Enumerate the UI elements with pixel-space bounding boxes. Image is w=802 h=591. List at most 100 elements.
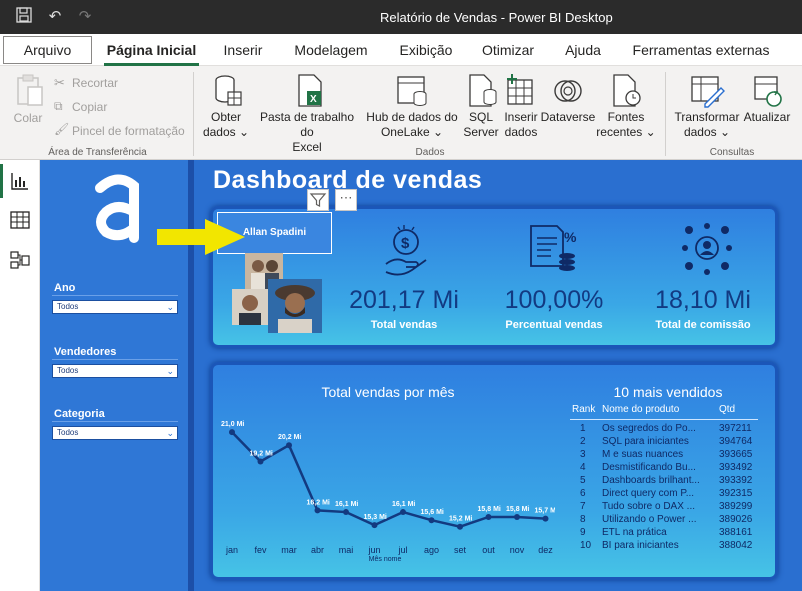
data-point[interactable] [229, 429, 235, 436]
data-point[interactable] [542, 515, 549, 522]
insert-data-label-1: Inserir [504, 110, 538, 124]
format-painter-button[interactable]: Pincel de formatação [72, 123, 185, 139]
chevron-down-icon: ⌄ [166, 302, 174, 312]
save-icon[interactable] [14, 7, 34, 27]
copy-button[interactable]: Copiar [72, 99, 107, 115]
model-view-icon[interactable] [10, 250, 30, 270]
tab-exibicao[interactable]: Exibição [393, 34, 459, 66]
onelake-button[interactable]: Hub de dados do OneLake ⌄ [364, 110, 460, 140]
recent-sources-icon [612, 74, 642, 113]
onelake-icon [397, 74, 429, 113]
group-label-queries: Consultas [709, 147, 755, 158]
tab-inserir[interactable]: Inserir [217, 34, 269, 66]
ribbon-separator [193, 72, 194, 156]
data-point[interactable] [371, 522, 378, 529]
tab-ajuda[interactable]: Ajuda [559, 34, 607, 66]
data-label: 15,8 Mi [478, 506, 501, 513]
table-cell-qtd: 389299 [719, 501, 753, 512]
transform-data-label-1: Transformar [674, 110, 740, 124]
data-label: 19,2 Mi [250, 451, 273, 458]
data-label: 15,6 Mi [421, 509, 444, 516]
tab-arquivo[interactable]: Arquivo [3, 36, 92, 64]
sql-server-label-1: SQL [468, 110, 493, 124]
x-tick-label: mar [281, 545, 297, 555]
table-cell-product: Direct query com P... [602, 488, 695, 499]
paste-icon [15, 74, 45, 113]
window-title: Relatório de Vendas - Power BI Desktop [380, 10, 613, 25]
x-tick-label: abr [311, 545, 324, 555]
slicer-vendedores-dropdown[interactable]: Todos ⌄ [52, 364, 178, 378]
refresh-button[interactable]: Atualizar [740, 110, 794, 125]
excel-label-1: Pasta de trabalho do [259, 110, 355, 139]
table-cell-product: Utilizando o Power ... [602, 514, 697, 525]
redo-icon[interactable]: ↷ [75, 7, 95, 27]
recent-sources-label-2: recentes ⌄ [596, 125, 656, 139]
tab-pagina-inicial[interactable]: Página Inicial [104, 34, 199, 66]
slicer-divider [52, 295, 178, 296]
slicer-title-vendedores: Vendedores [54, 346, 117, 358]
recent-sources-button[interactable]: Fontes recentes ⌄ [596, 110, 656, 140]
tab-ferramentas-externas[interactable]: Ferramentas externas [628, 34, 774, 66]
data-point[interactable] [257, 458, 264, 465]
filter-icon[interactable] [307, 189, 329, 211]
data-point[interactable] [514, 513, 520, 520]
table-cell-product: Dashboards brilhant... [602, 475, 700, 486]
slicer-ano-dropdown[interactable]: Todos ⌄ [52, 300, 178, 314]
more-options-icon[interactable]: ⋯ [335, 189, 357, 211]
table-view-icon[interactable] [10, 210, 30, 230]
data-point[interactable] [428, 517, 435, 524]
money-hand-icon: $ [382, 222, 430, 283]
excel-button[interactable]: Pasta de trabalho do Excel [252, 110, 362, 155]
cut-button[interactable]: Recortar [72, 75, 118, 91]
data-point[interactable] [286, 442, 292, 449]
kpi-total-vendas-label: Total vendas [370, 319, 438, 331]
table-header-product: Nome do produto [602, 404, 680, 415]
chevron-down-icon: ⌄ [166, 428, 174, 438]
recent-sources-label-1: Fontes [607, 110, 645, 124]
x-tick-label: jul [397, 545, 407, 555]
x-tick-label: jun [367, 545, 380, 555]
data-point[interactable] [343, 509, 349, 516]
data-label: 16,1 Mi [335, 501, 358, 508]
table-cell-product: M e suas nuances [602, 449, 684, 460]
slicer-divider [52, 421, 178, 422]
sql-server-button[interactable]: SQL Server [459, 110, 503, 140]
data-point[interactable] [457, 523, 463, 530]
transform-data-button[interactable]: Transformar dados ⌄ [674, 110, 740, 140]
slicer-divider [52, 359, 178, 360]
slicer-categoria-dropdown[interactable]: Todos ⌄ [52, 426, 178, 440]
get-data-button[interactable]: Obter dados ⌄ [200, 110, 252, 140]
table-cell-qtd: 397211 [719, 423, 752, 434]
chevron-down-icon: ⌄ [166, 366, 174, 376]
table-cell-rank: 9 [580, 527, 586, 538]
undo-icon[interactable]: ↶ [45, 7, 65, 27]
monthly-sales-line-chart[interactable]: 21,0 Mi jan 19,2 Mi fev 20,2 Mi mar 16,2 Mi abr… [215, 400, 555, 572]
sales-percent-icon: % [527, 222, 581, 281]
get-data-label-1: Obter [210, 110, 241, 124]
insert-data-button[interactable]: Inserir dados [500, 110, 542, 140]
tab-modelagem[interactable]: Modelagem [288, 34, 374, 66]
table-cell-qtd: 392315 [719, 488, 753, 499]
table-cell-rank: 8 [580, 514, 586, 525]
data-point[interactable] [400, 509, 406, 516]
x-tick-label: ago [424, 545, 439, 555]
ribbon: Colar ✂ Recortar ⧉ Copiar 🖌 Pincel de fo… [0, 66, 802, 160]
data-point[interactable] [314, 507, 321, 514]
table-cell-rank: 3 [580, 449, 586, 460]
dataverse-button[interactable]: Dataverse [540, 110, 596, 125]
tab-otimizar[interactable]: Otimizar [476, 34, 540, 66]
cut-icon: ✂ [54, 75, 65, 90]
table-cell-qtd: 393492 [719, 462, 753, 473]
paste-button[interactable]: Colar [8, 111, 48, 126]
slicer-ano-value: Todos [57, 302, 79, 311]
report-view-icon[interactable] [10, 171, 30, 191]
data-label: 15,7 Mi [535, 508, 556, 515]
svg-text:%: % [564, 229, 577, 245]
active-view-indicator [0, 164, 3, 198]
table-cell-product: Os segredos do Po... [602, 423, 696, 434]
data-label: 15,3 Mi [364, 514, 387, 521]
data-label: 16,1 Mi [392, 501, 415, 508]
data-point[interactable] [485, 513, 492, 520]
insert-data-icon [506, 74, 536, 113]
onelake-label-2: OneLake ⌄ [380, 125, 444, 139]
